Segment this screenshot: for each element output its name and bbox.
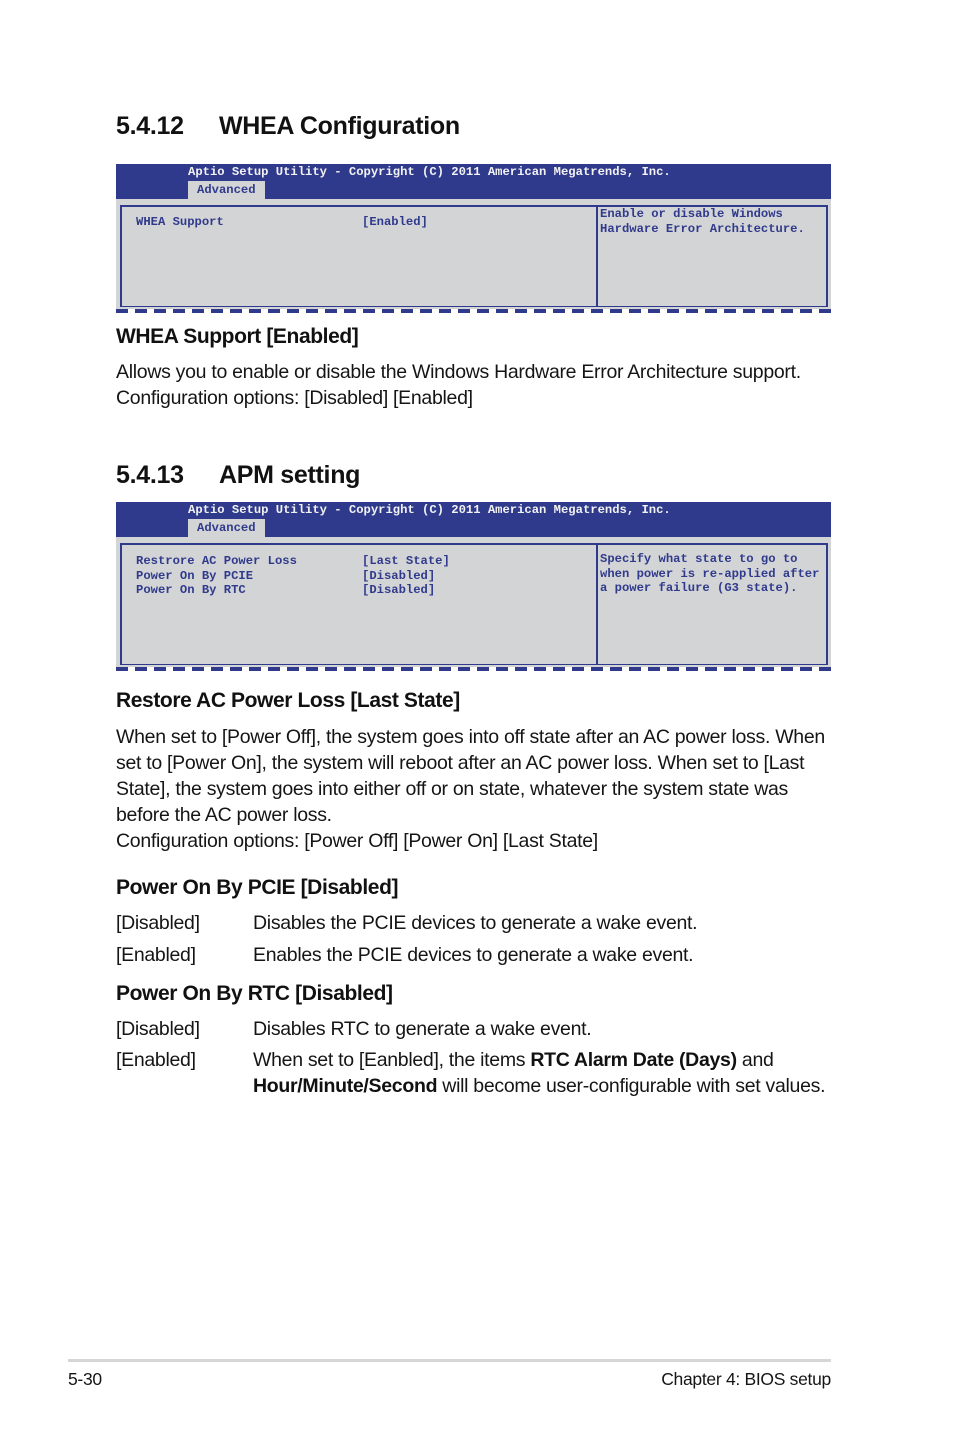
- option-desc: Enables the PCIE devices to generate a w…: [253, 944, 694, 966]
- bios-item-whea-support[interactable]: WHEA Support [Enabled]: [136, 215, 428, 230]
- bios-header-title: Aptio Setup Utility - Copyright (C) 2011…: [188, 503, 671, 517]
- section-heading-apm: 5.4.13 APM setting: [116, 461, 360, 490]
- bios-divider: [596, 543, 598, 665]
- paragraph-restore-ac-config-options: Configuration options: [Power Off] [Powe…: [116, 830, 598, 852]
- bios-header: Aptio Setup Utility - Copyright (C) 2011…: [116, 502, 831, 537]
- subheading-whea-support: WHEA Support [Enabled]: [116, 325, 359, 348]
- section-title: WHEA Configuration: [219, 112, 460, 140]
- page-number: 5-30: [68, 1369, 102, 1389]
- section-number: 5.4.12: [116, 112, 184, 140]
- bios-divider: [596, 205, 598, 307]
- bios-item-restore-ac-power-loss[interactable]: Restrore AC Power Loss [Last State]: [136, 554, 450, 569]
- desc-bold-hour-minute-second: Hour/Minute/Second: [253, 1075, 438, 1097]
- bios-screen-apm: Aptio Setup Utility - Copyright (C) 2011…: [116, 502, 831, 671]
- bios-item-value[interactable]: [Disabled]: [362, 569, 435, 584]
- bios-item-label: Restrore AC Power Loss: [136, 554, 297, 568]
- option-key: [Enabled]: [116, 1049, 196, 1071]
- section-heading-whea: 5.4.12 WHEA Configuration: [116, 112, 460, 141]
- desc-text: and: [736, 1049, 774, 1071]
- desc-bold-rtc-alarm-date: RTC Alarm Date (Days): [530, 1049, 737, 1071]
- desc-text: will become user-configurable with set v…: [437, 1075, 826, 1097]
- option-key: [Disabled]: [116, 912, 200, 934]
- footer-divider: [68, 1359, 831, 1362]
- bios-screen-whea: Aptio Setup Utility - Copyright (C) 2011…: [116, 164, 831, 313]
- bios-item-value[interactable]: [Disabled]: [362, 583, 435, 598]
- bios-item-power-on-by-pcie[interactable]: Power On By PCIE [Disabled]: [136, 568, 435, 584]
- bios-body: Restrore AC Power Loss [Last State] Powe…: [116, 537, 831, 667]
- subheading-power-on-by-rtc: Power On By RTC [Disabled]: [116, 982, 393, 1005]
- bios-item-label: Power On By RTC: [136, 583, 246, 598]
- paragraph-whea-support: Allows you to enable or disable the Wind…: [116, 361, 801, 409]
- desc-text: When set to [Eanbled], the items: [253, 1049, 531, 1071]
- bios-dashed-border: [116, 667, 831, 671]
- bios-item-label: WHEA Support: [136, 215, 224, 229]
- bios-header: Aptio Setup Utility - Copyright (C) 2011…: [116, 164, 831, 199]
- section-title: APM setting: [219, 461, 361, 489]
- bios-dashed-border: [116, 309, 831, 313]
- option-key: [Disabled]: [116, 1018, 200, 1040]
- subheading-power-on-by-pcie: Power On By PCIE [Disabled]: [116, 876, 399, 899]
- option-desc: When set to [Eanbled], the items RTC Ala…: [253, 1047, 831, 1099]
- bios-header-title: Aptio Setup Utility - Copyright (C) 2011…: [188, 165, 671, 179]
- option-desc: Disables the PCIE devices to generate a …: [253, 912, 698, 934]
- bios-item-label: Power On By PCIE: [136, 568, 254, 583]
- bios-item-value[interactable]: [Last State]: [362, 554, 450, 569]
- option-key: [Enabled]: [116, 944, 196, 966]
- chapter-label: Chapter 4: BIOS setup: [661, 1369, 831, 1389]
- bios-item-value[interactable]: [Enabled]: [362, 215, 428, 230]
- subheading-restore-ac-power-loss: Restore AC Power Loss [Last State]: [116, 689, 460, 712]
- bios-item-power-on-by-rtc[interactable]: Power On By RTC [Disabled]: [136, 583, 435, 598]
- section-number: 5.4.13: [116, 461, 184, 489]
- tab-advanced[interactable]: Advanced: [188, 181, 265, 199]
- bios-body: WHEA Support [Enabled] Enable or disable…: [116, 199, 831, 309]
- option-desc: Disables RTC to generate a wake event.: [253, 1018, 592, 1040]
- tab-advanced[interactable]: Advanced: [188, 519, 265, 537]
- bios-help-text: Enable or disable Windows Hardware Error…: [600, 207, 805, 236]
- paragraph-restore-ac-power-loss: When set to [Power Off], the system goes…: [116, 726, 825, 826]
- bios-help-text: Specify what state to go to when power i…: [600, 552, 820, 596]
